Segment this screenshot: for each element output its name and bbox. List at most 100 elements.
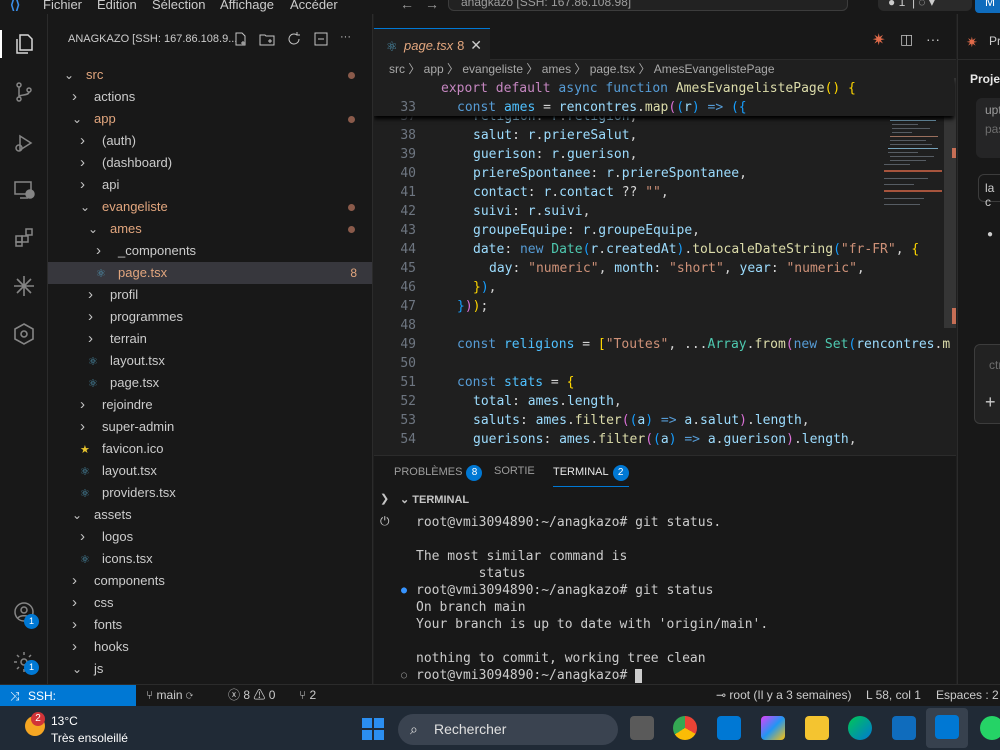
ai-sparkle-icon[interactable] — [10, 272, 38, 300]
code-line[interactable]: 45 day: "numeric", month: "short", year: … — [374, 259, 954, 278]
notification-pill[interactable]: ● 1 | ◌ ▾ — [878, 0, 972, 11]
menu-selection[interactable]: Sélection — [152, 0, 205, 12]
file-item[interactable]: ⚛ layout.tsx — [48, 460, 372, 482]
folder-item[interactable]: › hooks — [48, 636, 372, 658]
task-view-icon[interactable] — [630, 716, 654, 740]
chat-tab-label[interactable]: Proje — [989, 34, 1000, 48]
code-line[interactable]: 53 saluts: ames.filter((a) => a.salut).le… — [374, 411, 954, 430]
code-line[interactable]: 50 — [374, 354, 954, 373]
vscode-taskbar-button[interactable] — [926, 708, 968, 748]
file-item[interactable]: ⚛ layout.tsx — [48, 350, 372, 372]
menu-acceder[interactable]: Accéder — [290, 0, 338, 12]
branch-indicator[interactable]: ⑂ main ⟳ — [146, 685, 193, 706]
remote-indicator[interactable]: ⤨ SSH: 167.86.108.98 — [0, 685, 136, 725]
code-line[interactable]: 52 total: ames.length, — [374, 392, 954, 411]
problems-indicator[interactable]: ⓧ 8 ⚠ 0 — [228, 685, 275, 706]
folder-item[interactable]: ⌄ js — [48, 658, 372, 680]
taskbar-search[interactable]: ⌕ Rechercher — [398, 714, 618, 745]
code-line[interactable]: 54 guerisons: ames.filter((a) => a.gueris… — [374, 430, 954, 449]
cursor-position[interactable]: L 58, col 1 — [866, 685, 921, 706]
source-control-icon[interactable] — [10, 78, 38, 106]
menu-affichage[interactable]: Affichage — [220, 0, 274, 12]
file-item[interactable]: ★ favicon.ico — [48, 438, 372, 460]
windows-start-icon[interactable] — [362, 718, 384, 740]
split-editor-icon[interactable]: ◫ — [900, 31, 913, 48]
file-item[interactable]: ⚛ icons.tsx — [48, 548, 372, 570]
blame-indicator[interactable]: ⊸ root (Il y a 3 semaines) — [716, 685, 851, 706]
folder-item[interactable]: › api — [48, 174, 372, 196]
run-debug-icon[interactable] — [10, 129, 38, 157]
code-editor[interactable]: export default async function AmesEvange… — [374, 78, 956, 455]
folder-item[interactable]: › logos — [48, 526, 372, 548]
extensions-icon[interactable] — [10, 224, 38, 252]
folder-item[interactable]: › css — [48, 592, 372, 614]
folder-item[interactable]: › actions — [48, 86, 372, 108]
code-line[interactable]: 43 groupeEquipe: r.groupeEquipe, — [374, 221, 954, 240]
more-actions-icon[interactable]: ··· — [340, 31, 356, 47]
edge-icon[interactable] — [848, 716, 872, 740]
command-decoration-icon[interactable]: ○ — [401, 667, 407, 684]
back-arrow-icon[interactable]: ← — [400, 0, 414, 12]
add-context-icon[interactable]: + — [985, 392, 996, 413]
whatsapp-icon[interactable] — [980, 716, 1000, 740]
folder-item[interactable]: › terrain — [48, 328, 372, 350]
code-line[interactable]: 47})); — [374, 297, 954, 316]
file-item[interactable]: ⚛ page.tsx — [48, 372, 372, 394]
folder-item[interactable]: ⌄ app — [48, 108, 372, 130]
folder-item[interactable]: ⌄ evangeliste — [48, 196, 372, 218]
folder-item[interactable]: ⌄ src — [48, 64, 372, 86]
ports-indicator[interactable]: ⑂ 2 — [299, 685, 316, 706]
plug-icon[interactable]: ⏻ — [380, 514, 390, 529]
code-line[interactable]: 44 date: new Date(r.createdAt).toLocaleDa… — [374, 240, 954, 259]
code-line[interactable]: 42 suivi: r.suivi, — [374, 202, 954, 221]
folder-item[interactable]: › fonts — [48, 614, 372, 636]
folder-item[interactable]: ⌄ assets — [48, 504, 372, 526]
tab-page-tsx[interactable]: ⚛ page.tsx 8 ✕ — [374, 28, 490, 61]
code-line[interactable]: 39 guerison: r.guerison, — [374, 145, 954, 164]
folder-item[interactable]: › _components — [48, 240, 372, 262]
file-item[interactable]: ⚛ page.tsx 8 — [48, 262, 372, 284]
command-decoration-icon[interactable]: ● — [401, 582, 407, 599]
code-line[interactable]: 40 priereSpontanee: r.priereSpontanee, — [374, 164, 954, 183]
file-item[interactable]: ⚛ providers.tsx — [48, 482, 372, 504]
menu-edition[interactable]: Edition — [97, 0, 137, 12]
terminal-output[interactable]: root@vmi3094890:~/anagkazo# git status. T… — [401, 514, 768, 684]
folder-item[interactable]: ⌄ ames — [48, 218, 372, 240]
remote-explorer-icon[interactable] — [10, 176, 38, 204]
code-line[interactable]: 38 salut: r.priereSalut, — [374, 126, 954, 145]
code-line[interactable]: 49 const religions = ["Toutes", ...Array.… — [374, 335, 954, 354]
refresh-icon[interactable] — [286, 31, 302, 47]
close-tab-icon[interactable]: ✕ — [470, 37, 482, 54]
command-center[interactable]: anagkazo [SSH: 167.86.108.98] — [448, 0, 848, 11]
folder-item[interactable]: › components — [48, 570, 372, 592]
terminal-section-header[interactable]: ⌄ TERMINAL — [400, 493, 469, 506]
ai-sparkle-icon[interactable]: ✷ — [872, 30, 885, 50]
file-explorer-icon[interactable] — [805, 716, 829, 740]
tab-terminal[interactable]: TERMINAL 2 — [553, 465, 629, 487]
tab-problems[interactable]: PROBLÈMES 8 — [394, 465, 483, 481]
explorer-icon[interactable] — [0, 30, 48, 58]
folder-item[interactable]: › profil — [48, 284, 372, 306]
copilot-icon[interactable] — [761, 716, 785, 740]
code-line[interactable]: 46}), — [374, 278, 954, 297]
store-icon[interactable] — [717, 716, 741, 740]
new-file-icon[interactable] — [232, 31, 248, 47]
code-line[interactable]: export default async function AmesEvange… — [374, 79, 954, 98]
folder-item[interactable]: › (auth) — [48, 130, 372, 152]
code-line[interactable]: 33 const ames = rencontres.map((r) => ({ — [374, 98, 954, 117]
folder-item[interactable]: › (dashboard) — [48, 152, 372, 174]
code-line[interactable]: 48 — [374, 316, 954, 335]
chrome-icon[interactable] — [673, 716, 697, 740]
indentation[interactable]: Espaces : 2 — [936, 685, 999, 706]
account-button[interactable]: M — [975, 0, 1000, 13]
code-line[interactable]: 41 contact: r.contact ?? "", — [374, 183, 954, 202]
new-folder-icon[interactable] — [259, 31, 275, 47]
forward-arrow-icon[interactable]: → — [425, 0, 439, 12]
folder-item[interactable]: › super-admin — [48, 416, 372, 438]
folder-item[interactable]: › programmes — [48, 306, 372, 328]
collapse-all-icon[interactable] — [313, 31, 329, 47]
menu-fichier[interactable]: Fichier — [43, 0, 82, 12]
sticky-scroll-header[interactable]: export default async function AmesEvange… — [374, 78, 954, 116]
breadcrumb[interactable]: src 〉 app 〉 evangeliste 〉 ames 〉 page.ts… — [374, 60, 956, 78]
outlook-icon[interactable] — [892, 716, 916, 740]
